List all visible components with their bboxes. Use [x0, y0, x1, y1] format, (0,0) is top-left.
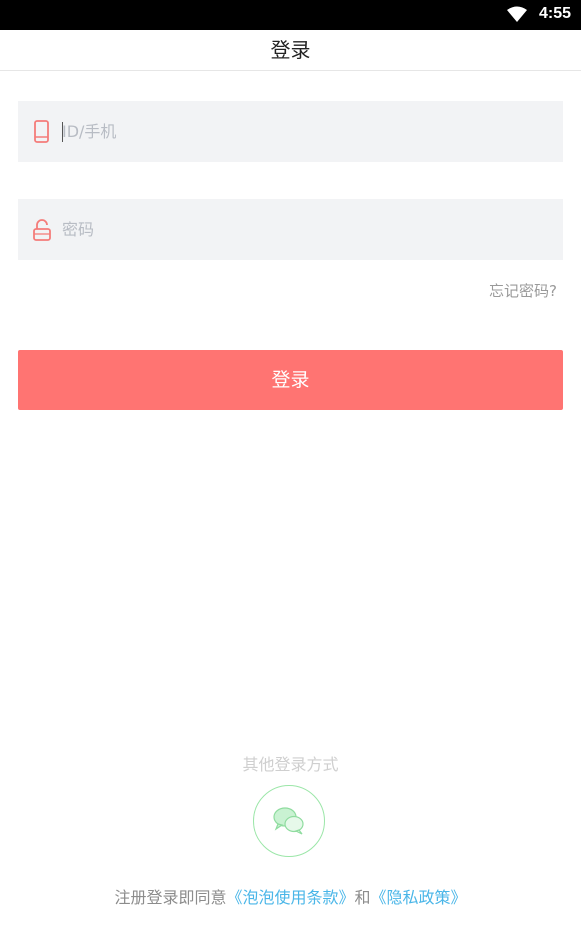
password-input[interactable] — [62, 199, 542, 260]
wechat-icon — [273, 807, 304, 835]
status-time: 4:55 — [538, 5, 571, 22]
privacy-link[interactable]: 《隐私政策》 — [371, 888, 467, 907]
agreement-text: 注册登录即同意《泡泡使用条款》和《隐私政策》 — [0, 884, 581, 908]
lock-icon — [33, 219, 51, 241]
status-bar: 4:55 — [0, 0, 581, 30]
id-field[interactable] — [18, 101, 563, 162]
title-bar: 登录 — [0, 30, 581, 71]
terms-link[interactable]: 《泡泡使用条款》 — [226, 888, 354, 907]
wechat-login-button[interactable] — [253, 785, 325, 857]
other-login-label: 其他登录方式 — [242, 755, 339, 774]
agreement-prefix: 注册登录即同意 — [114, 888, 227, 907]
wifi-icon — [507, 6, 527, 22]
forgot-password-link[interactable]: 忘记密码? — [489, 280, 557, 301]
login-button[interactable]: 登录 — [18, 350, 563, 410]
id-input[interactable] — [62, 101, 542, 162]
text-caret — [62, 122, 63, 142]
password-field[interactable] — [18, 199, 563, 260]
agreement-conjunction: 和 — [354, 888, 371, 907]
phone-icon — [34, 120, 49, 143]
page-title: 登录 — [270, 38, 311, 62]
